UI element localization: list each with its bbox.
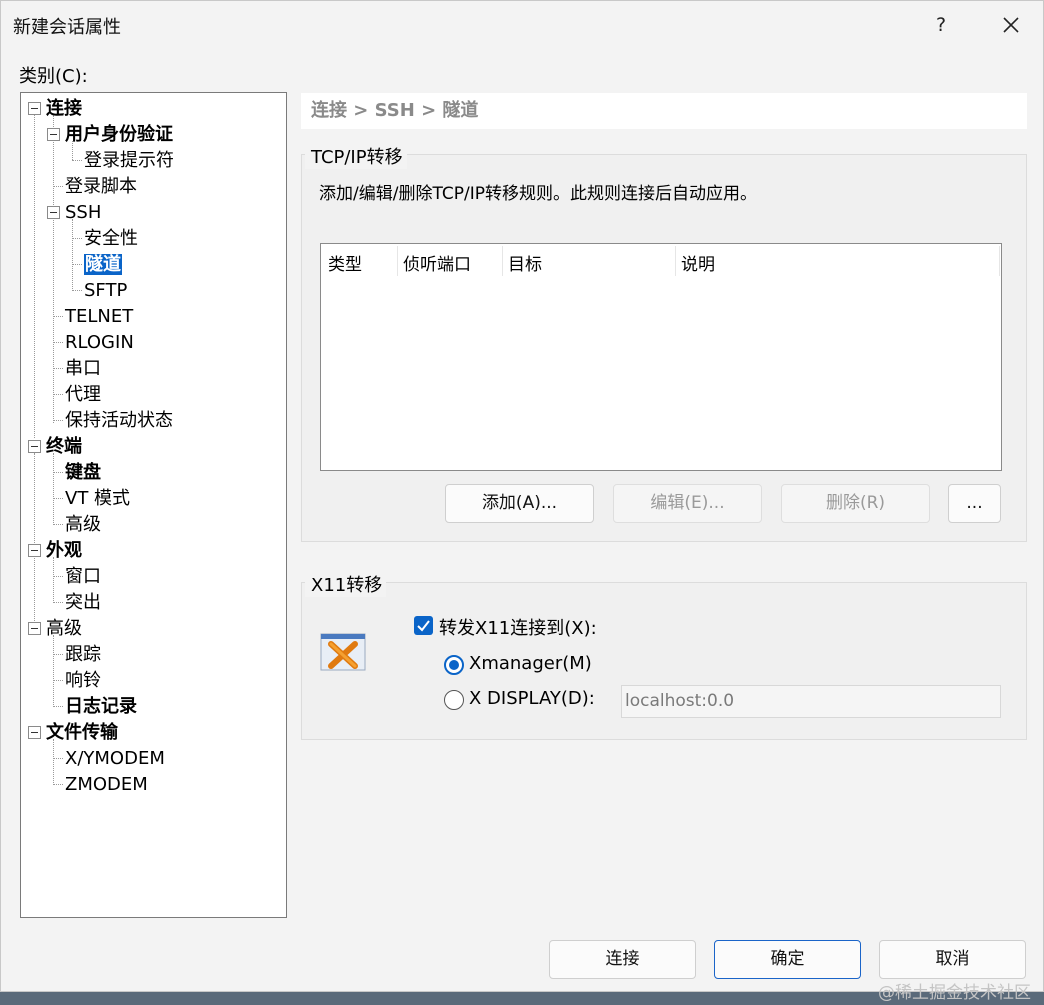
- tree-line: [72, 238, 82, 239]
- tree-line: [53, 602, 63, 603]
- forwarding-rules-list[interactable]: 类型 侦听端口 目标 说明: [320, 243, 1002, 471]
- close-icon: [1003, 17, 1019, 33]
- tree-item-appearance[interactable]: 外观: [46, 538, 82, 564]
- forward-x11-label[interactable]: 转发X11连接到(X):: [439, 614, 597, 640]
- tree-line: [53, 368, 63, 369]
- help-button[interactable]: ?: [919, 7, 963, 43]
- collapse-icon[interactable]: [28, 102, 41, 115]
- tree-item-bell[interactable]: 响铃: [65, 668, 101, 694]
- session-properties-dialog: 新建会话属性 ? 类别(C): 连接 用户身份验证 登录提示符 登录脚本 SSH…: [0, 0, 1044, 992]
- tree-line: [53, 420, 63, 421]
- tree-line: [34, 115, 35, 438]
- tree-line: [53, 472, 63, 473]
- tree-item-serial[interactable]: 串口: [65, 356, 101, 382]
- x-display-radio[interactable]: [444, 690, 464, 710]
- tree-line: [53, 706, 63, 707]
- tree-item-logging[interactable]: 日志记录: [65, 694, 137, 720]
- tree-item-security[interactable]: 安全性: [84, 226, 138, 252]
- breadcrumb: 连接 > SSH > 隧道: [301, 93, 1027, 129]
- tree-item-tunneling[interactable]: 隧道: [84, 252, 122, 278]
- column-header-type[interactable]: 类型: [328, 250, 362, 275]
- collapse-icon[interactable]: [28, 726, 41, 739]
- collapse-icon[interactable]: [47, 128, 60, 141]
- close-button[interactable]: [989, 7, 1033, 43]
- tree-line: [53, 498, 63, 499]
- tree-item-file-transfer[interactable]: 文件传输: [46, 720, 118, 746]
- tcpip-group-title: TCP/IP转移: [305, 143, 407, 169]
- tree-item-login-prompts[interactable]: 登录提示符: [84, 148, 174, 174]
- column-header-listen-port[interactable]: 侦听端口: [403, 250, 471, 275]
- collapse-icon[interactable]: [28, 622, 41, 635]
- column-header-description[interactable]: 说明: [681, 250, 715, 275]
- x-display-input[interactable]: localhost:0.0: [621, 685, 1001, 718]
- category-label: 类别(C):: [19, 66, 88, 87]
- tree-item-window[interactable]: 窗口: [65, 564, 101, 590]
- tree-line: [53, 576, 63, 577]
- watermark: @稀土掘金技术社区: [878, 983, 1031, 1003]
- tcpip-description: 添加/编辑/删除TCP/IP转移规则。此规则连接后自动应用。: [319, 184, 757, 204]
- column-separator: [502, 246, 503, 276]
- tree-line: [53, 524, 63, 525]
- more-options-button[interactable]: ...: [948, 484, 1001, 523]
- tree-line: [53, 784, 63, 785]
- tree-line: [53, 186, 63, 187]
- cancel-button[interactable]: 取消: [879, 940, 1026, 979]
- tree-line: [53, 758, 63, 759]
- xmanager-icon: [320, 633, 366, 671]
- tree-item-rlogin[interactable]: RLOGIN: [65, 330, 134, 356]
- connect-button[interactable]: 连接: [549, 940, 696, 979]
- tree-line: [53, 115, 54, 423]
- collapse-icon[interactable]: [28, 440, 41, 453]
- x-display-radio-label[interactable]: X DISPLAY(D):: [469, 688, 595, 709]
- tree-item-keep-alive[interactable]: 保持活动状态: [65, 408, 173, 434]
- tree-line: [72, 290, 82, 291]
- tree-item-login-scripts[interactable]: 登录脚本: [65, 174, 137, 200]
- delete-rule-button[interactable]: 删除(R): [781, 484, 930, 523]
- tree-item-proxy[interactable]: 代理: [65, 382, 101, 408]
- tree-line: [53, 654, 63, 655]
- tree-line: [72, 160, 82, 161]
- tree-line: [72, 219, 73, 291]
- tree-item-zmodem[interactable]: ZMODEM: [65, 772, 148, 798]
- tree-item-sftp[interactable]: SFTP: [84, 278, 127, 304]
- tree-line: [53, 316, 63, 317]
- tree-item-ssh[interactable]: SSH: [65, 200, 101, 226]
- window-title: 新建会话属性: [13, 17, 121, 38]
- x11-group-title: X11转移: [305, 571, 387, 597]
- column-header-destination[interactable]: 目标: [508, 250, 542, 275]
- edit-rule-button[interactable]: 编辑(E)...: [613, 484, 762, 523]
- collapse-icon[interactable]: [28, 544, 41, 557]
- tree-item-xymodem[interactable]: X/YMODEM: [65, 746, 165, 772]
- tree-line: [34, 453, 35, 633]
- tree-item-terminal-advanced[interactable]: 高级: [65, 512, 101, 538]
- tree-item-connection[interactable]: 连接: [46, 96, 82, 122]
- checkmark-icon: [417, 620, 430, 632]
- xmanager-radio-label[interactable]: Xmanager(M): [469, 653, 592, 674]
- tree-item-trace[interactable]: 跟踪: [65, 642, 101, 668]
- category-tree[interactable]: 连接 用户身份验证 登录提示符 登录脚本 SSH 安全性 隧道 SFTP TEL…: [20, 92, 287, 918]
- add-rule-button[interactable]: 添加(A)...: [445, 484, 594, 523]
- title-bar: 新建会话属性 ?: [1, 1, 1043, 49]
- tree-line: [53, 453, 54, 525]
- tree-line: [53, 394, 63, 395]
- column-separator: [397, 246, 398, 276]
- ok-button[interactable]: 确定: [714, 940, 861, 979]
- tree-item-keyboard[interactable]: 键盘: [65, 460, 101, 486]
- column-separator: [675, 246, 676, 276]
- tree-line: [53, 680, 63, 681]
- tree-item-advanced[interactable]: 高级: [46, 616, 82, 642]
- tree-item-telnet[interactable]: TELNET: [65, 304, 133, 330]
- tree-line: [53, 635, 54, 707]
- forward-x11-checkbox[interactable]: [414, 616, 433, 635]
- collapse-icon[interactable]: [47, 206, 60, 219]
- column-separator: [999, 246, 1000, 276]
- tree-item-terminal[interactable]: 终端: [46, 434, 82, 460]
- xmanager-radio[interactable]: [444, 655, 464, 675]
- tree-item-authentication[interactable]: 用户身份验证: [65, 122, 173, 148]
- tree-item-vt-modes[interactable]: VT 模式: [65, 486, 130, 512]
- tree-line: [72, 264, 82, 265]
- help-icon: ?: [935, 14, 947, 36]
- tree-line: [53, 342, 63, 343]
- tree-item-highlight[interactable]: 突出: [65, 590, 101, 616]
